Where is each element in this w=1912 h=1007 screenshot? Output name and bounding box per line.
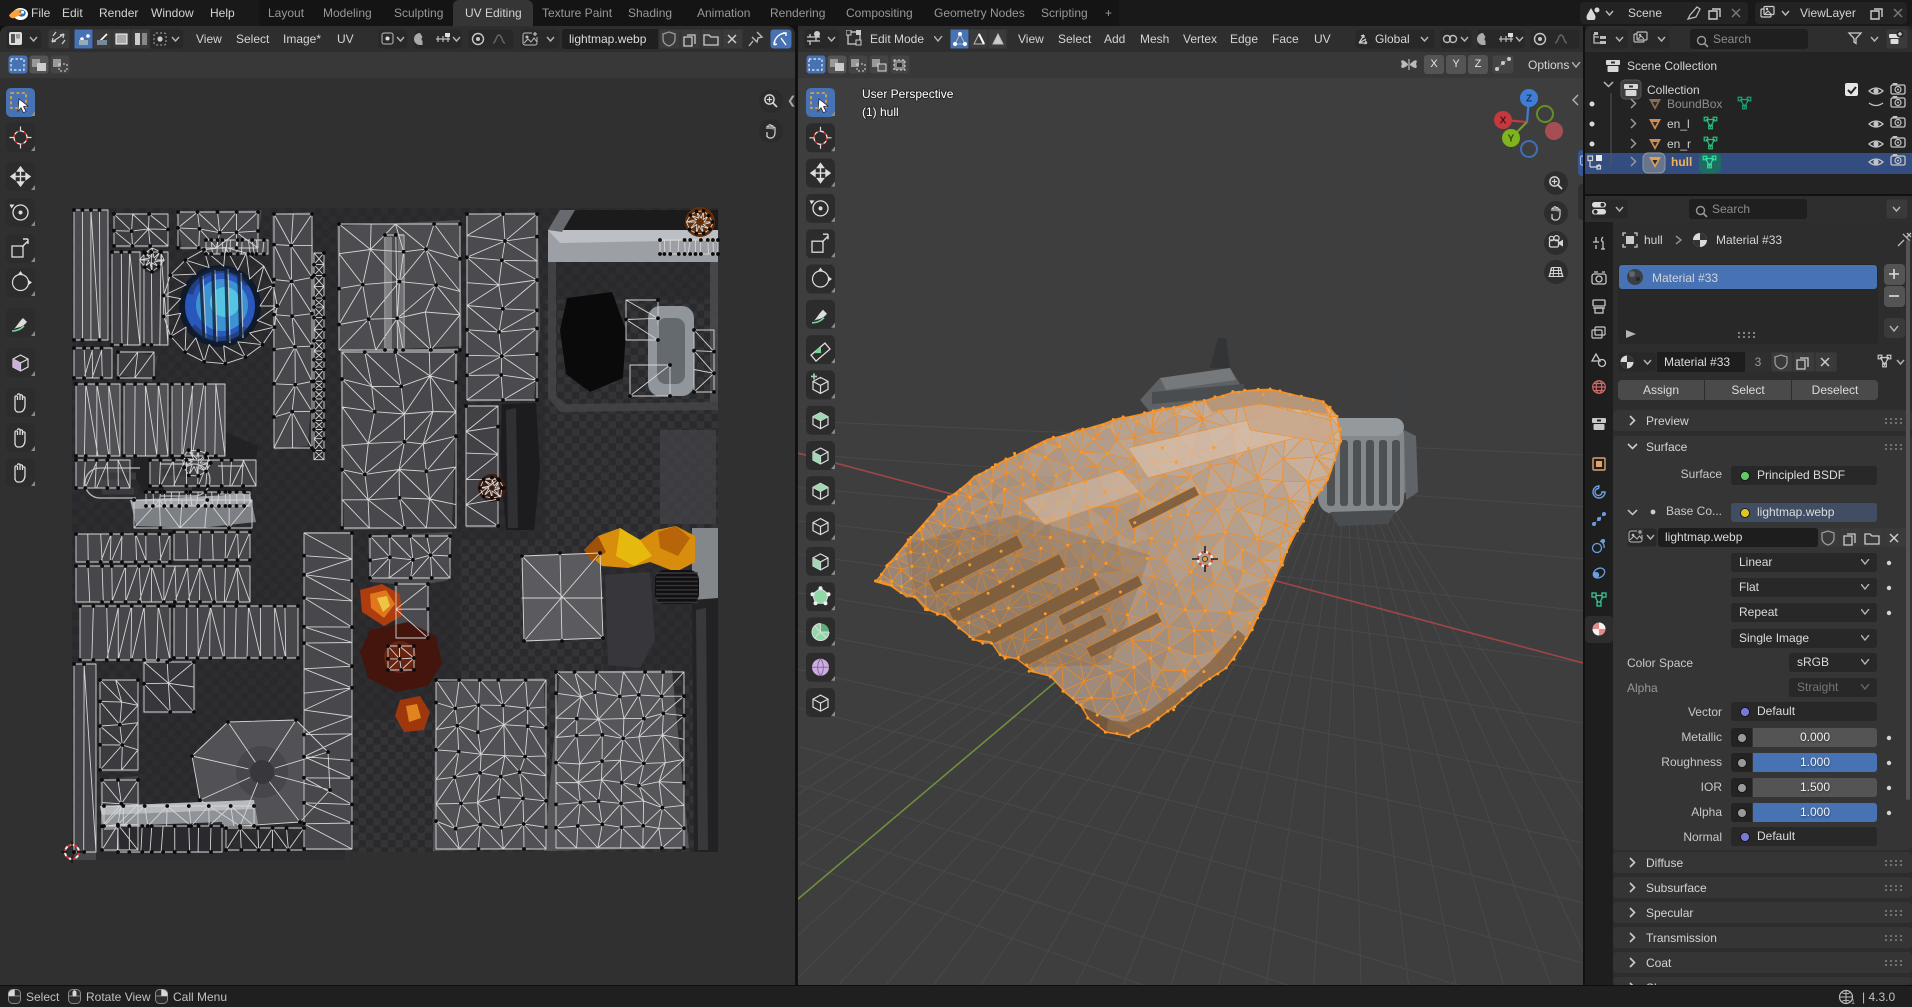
svg-text:en_r: en_r [1667,137,1691,151]
svg-text:1: 1 [1851,999,1855,1005]
svg-text:User Perspective: User Perspective [862,87,954,101]
svg-text:Scene Collection: Scene Collection [1627,59,1717,73]
svg-text:Material #33: Material #33 [1716,233,1782,247]
svg-text:hull: hull [1644,233,1663,247]
svg-text:X: X [1500,116,1507,127]
svg-text:Z: Z [1526,94,1532,105]
svg-text:en_l: en_l [1667,117,1690,131]
svg-text:Collection: Collection [1647,83,1700,97]
svg-text:❮: ❮ [787,95,795,107]
svg-text:(1) hull: (1) hull [862,105,899,119]
svg-text:Y: Y [1508,134,1515,145]
svg-text:hull: hull [1671,155,1692,169]
svg-text:BoundBox: BoundBox [1667,97,1722,111]
